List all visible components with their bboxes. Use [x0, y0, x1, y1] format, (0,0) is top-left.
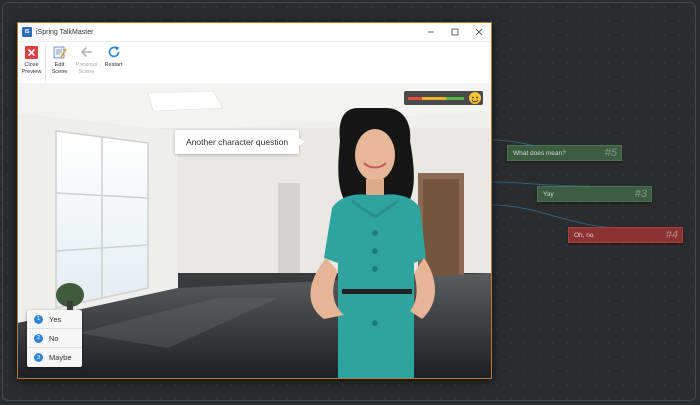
mood-segment-green	[446, 96, 464, 100]
close-preview-icon	[25, 45, 38, 59]
app-logo-icon: iS	[22, 27, 32, 37]
window-controls	[419, 23, 491, 41]
answer-label: Maybe	[49, 353, 72, 362]
graph-node-label: Oh, no	[574, 231, 594, 239]
graph-node-label: Yay	[543, 190, 554, 198]
close-button[interactable]	[467, 23, 491, 41]
minimize-button[interactable]	[419, 23, 443, 41]
character-figure	[310, 108, 435, 378]
answer-number-badge: 2	[34, 333, 43, 343]
edit-scene-label: Edit Scene	[51, 62, 68, 75]
answer-label: No	[49, 333, 59, 343]
mood-meter-bar	[408, 96, 464, 100]
app-logo-text: iS	[24, 29, 30, 35]
previous-scene-button[interactable]: Previous Scene	[73, 44, 100, 75]
minimize-icon	[428, 31, 434, 33]
graph-node-label: What does mean?	[513, 149, 566, 157]
mood-segment-yellow	[422, 96, 446, 100]
graph-node-what-does-mean[interactable]: What does mean? #5	[507, 145, 622, 161]
mood-meter	[404, 91, 483, 105]
answer-label: Yes	[49, 314, 62, 324]
edit-scene-button[interactable]: Edit Scene	[46, 44, 73, 75]
answer-number-badge: 3	[34, 353, 43, 362]
close-icon	[475, 28, 483, 36]
maximize-button[interactable]	[443, 23, 467, 41]
graph-node-yay[interactable]: Yay #3	[537, 186, 652, 202]
speech-bubble-text: Another character question	[186, 137, 289, 147]
smiley-icon	[469, 92, 481, 104]
graph-node-oh-no[interactable]: Oh, no #4	[568, 227, 683, 243]
window-title: iSpring TalkMaster	[36, 28, 94, 36]
toolbar: Close Preview Edit Scene Previous Scene …	[18, 42, 491, 84]
speech-bubble: Another character question	[175, 130, 306, 154]
speech-bubble-tail	[299, 138, 306, 146]
restart-icon	[108, 46, 119, 58]
scene-view: Another character question 1 Yes 2 No 3 …	[18, 83, 491, 378]
answer-number-badge: 1	[34, 314, 43, 324]
answer-option-1[interactable]: 1 Yes	[27, 310, 82, 329]
restart-button[interactable]: Restart	[100, 44, 127, 69]
answer-options: 1 Yes 2 No 3 Maybe	[27, 310, 82, 367]
answer-option-3[interactable]: 3 Maybe	[27, 348, 82, 367]
title-bar: iS iSpring TalkMaster	[18, 23, 491, 42]
graph-node-number: #4	[665, 229, 678, 241]
graph-node-number: #5	[604, 147, 617, 159]
previous-scene-icon	[80, 46, 92, 58]
close-preview-button[interactable]: Close Preview	[18, 44, 45, 75]
graph-node-number: #3	[634, 188, 647, 200]
preview-window: iS iSpring TalkMaster Close Preview Edit…	[17, 22, 492, 379]
mood-segment-red	[408, 96, 422, 100]
edit-scene-icon	[53, 46, 67, 59]
close-preview-label: Close Preview	[21, 62, 42, 75]
restart-label: Restart	[104, 62, 123, 68]
previous-scene-label: Previous Scene	[75, 62, 98, 75]
maximize-icon	[451, 28, 459, 36]
answer-option-2[interactable]: 2 No	[27, 329, 82, 348]
